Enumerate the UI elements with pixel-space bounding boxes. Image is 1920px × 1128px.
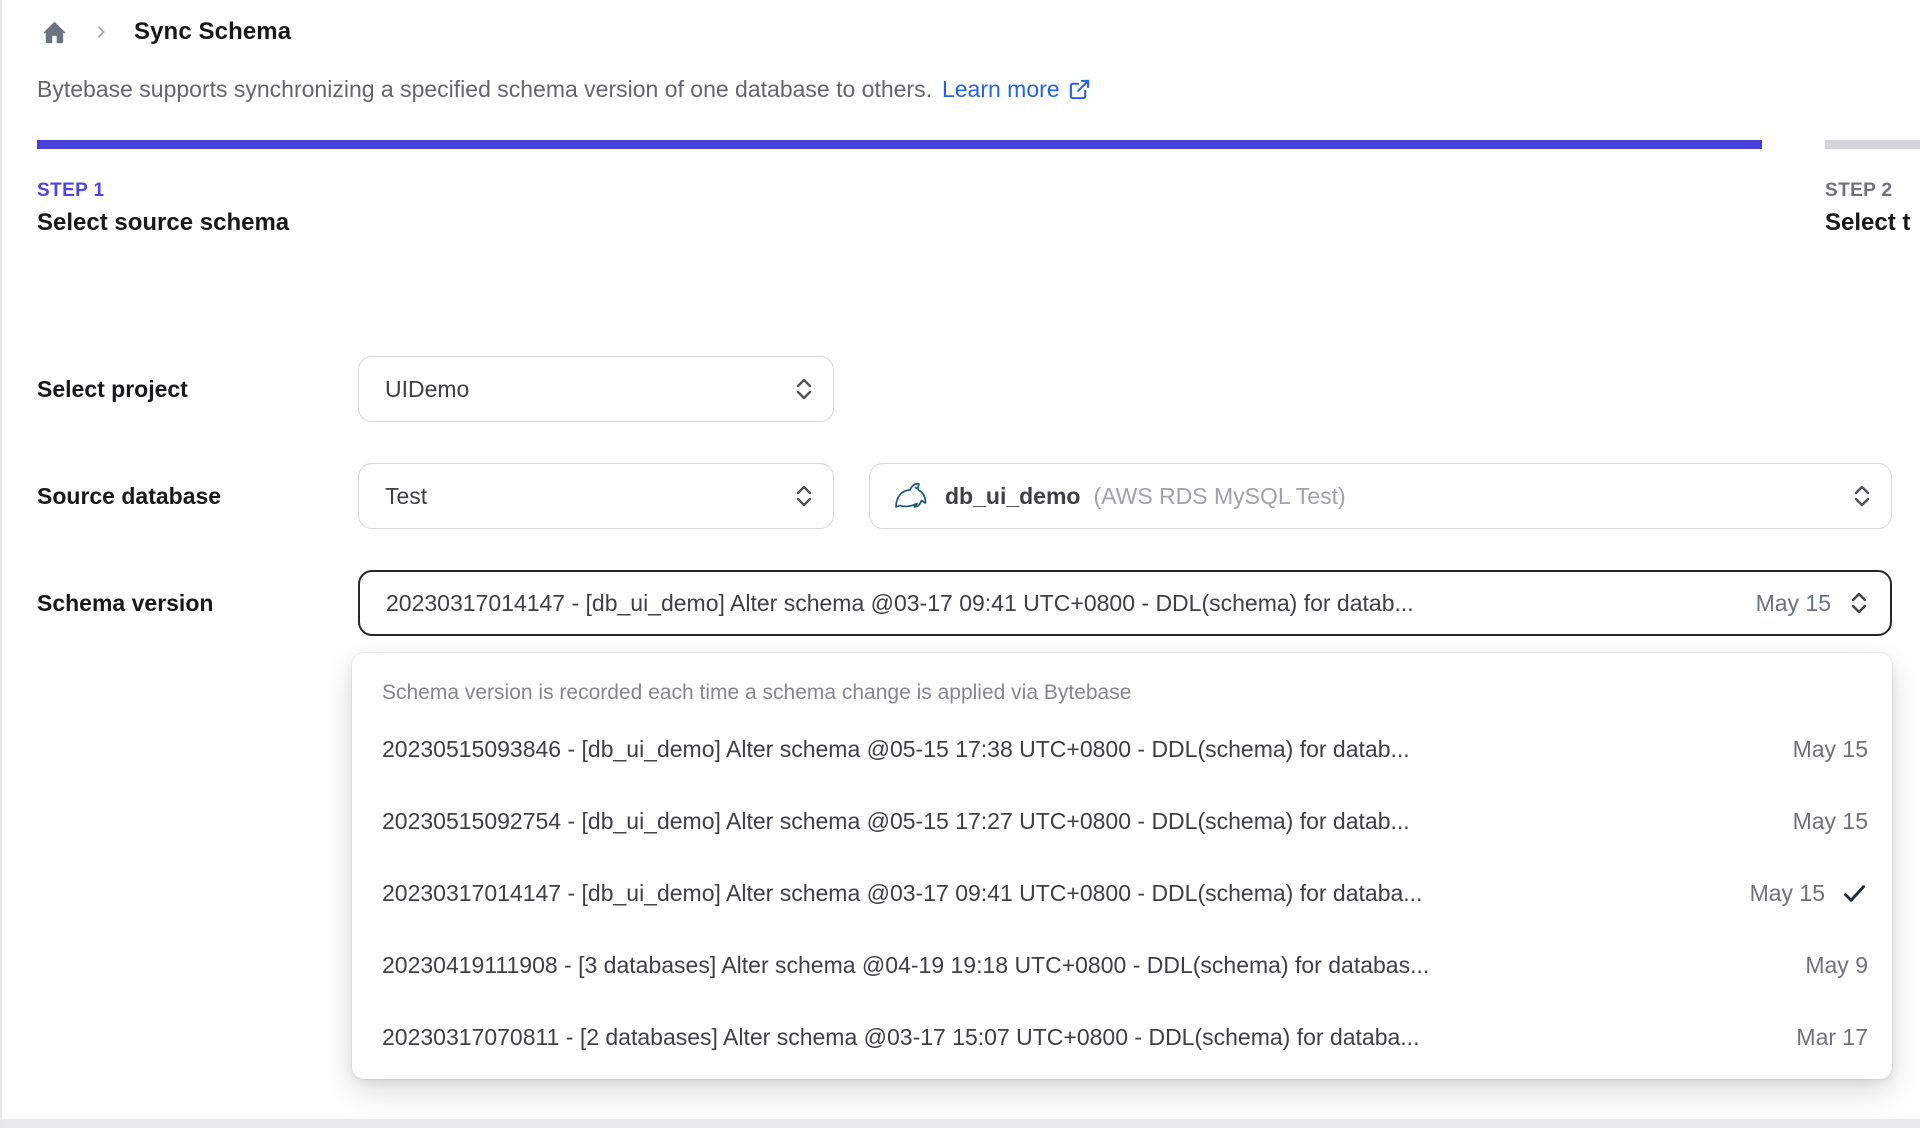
option-date: Mar 17 xyxy=(1796,1023,1868,1050)
option-date: May 15 xyxy=(1792,735,1868,762)
schema-version-option[interactable]: 20230515092754 - [db_ui_demo] Alter sche… xyxy=(352,785,1892,857)
schema-version-option[interactable]: 20230515093846 - [db_ui_demo] Alter sche… xyxy=(352,713,1892,785)
step-1-title: Select source schema xyxy=(37,209,290,236)
chevrons-up-down-icon xyxy=(794,376,815,402)
environment-select-value: Test xyxy=(385,482,428,509)
option-date: May 15 xyxy=(1749,879,1825,906)
schema-version-option[interactable]: 20230317070811 - [2 databases] Alter sch… xyxy=(352,1001,1892,1073)
description-text: Bytebase supports synchronizing a specif… xyxy=(37,76,932,102)
schema-version-date: May 15 xyxy=(1755,589,1831,616)
option-text: 20230317070811 - [2 databases] Alter sch… xyxy=(382,1023,1420,1050)
option-text: 20230317014147 - [db_ui_demo] Alter sche… xyxy=(382,879,1423,906)
breadcrumb: Sync Schema xyxy=(41,0,1920,46)
chevrons-up-down-icon xyxy=(794,483,815,509)
database-name: db_ui_demo xyxy=(945,482,1081,509)
step-1-progress-bar xyxy=(37,140,1762,149)
sync-schema-page: Sync Schema Bytebase supports synchroniz… xyxy=(0,0,1920,1128)
environment-select[interactable]: Test xyxy=(358,463,834,529)
learn-more-label: Learn more xyxy=(941,76,1060,102)
option-date: May 15 xyxy=(1792,807,1868,834)
mysql-dolphin-icon xyxy=(892,481,930,511)
source-database-label: Source database xyxy=(37,482,222,509)
option-text: 20230515093846 - [db_ui_demo] Alter sche… xyxy=(382,735,1410,762)
source-database-row: Source database Test db_ui_demo (AWS RDS… xyxy=(37,463,1920,529)
step-1-label: STEP 1 xyxy=(37,180,105,201)
project-select[interactable]: UIDemo xyxy=(358,356,834,422)
schema-version-option[interactable]: 20230419111908 - [3 databases] Alter sch… xyxy=(352,929,1892,1001)
step-2-progress-bar xyxy=(1825,140,1920,149)
step-1: STEP 1 Select source schema xyxy=(37,140,1762,239)
option-date: May 9 xyxy=(1805,951,1868,978)
page-description: Bytebase supports synchronizing a specif… xyxy=(37,76,1920,103)
step-progress: STEP 1 Select source schema STEP 2 Selec… xyxy=(37,140,1920,239)
step-2-label: STEP 2 xyxy=(1825,180,1893,201)
chevrons-up-down-icon xyxy=(1849,590,1870,616)
chevron-right-icon xyxy=(93,24,109,40)
learn-more-link[interactable]: Learn more xyxy=(942,76,1091,103)
option-text: 20230419111908 - [3 databases] Alter sch… xyxy=(382,951,1430,978)
chevrons-up-down-icon xyxy=(1852,483,1873,509)
bottom-edge-strip xyxy=(2,1119,1920,1128)
schema-version-select[interactable]: 20230317014147 - [db_ui_demo] Alter sche… xyxy=(358,570,1892,636)
home-icon[interactable] xyxy=(41,19,68,46)
schema-version-row: Schema version 20230317014147 - [db_ui_d… xyxy=(37,570,1920,636)
step-2-title: Select t xyxy=(1825,209,1911,236)
schema-version-value: 20230317014147 - [db_ui_demo] Alter sche… xyxy=(386,589,1414,616)
select-project-row: Select project UIDemo xyxy=(37,356,1920,422)
page-title: Sync Schema xyxy=(134,18,292,45)
database-detail: (AWS RDS MySQL Test) xyxy=(1093,482,1346,509)
select-project-label: Select project xyxy=(37,375,188,402)
schema-version-option[interactable]: 20230317014147 - [db_ui_demo] Alter sche… xyxy=(352,857,1892,929)
schema-version-dropdown: Schema version is recorded each time a s… xyxy=(352,653,1892,1079)
external-link-icon xyxy=(1069,79,1089,100)
step-2: STEP 2 Select t xyxy=(1825,140,1920,239)
check-icon xyxy=(1841,880,1868,907)
database-select[interactable]: db_ui_demo (AWS RDS MySQL Test) xyxy=(869,463,1892,529)
schema-version-label: Schema version xyxy=(37,589,214,616)
dropdown-hint-text: Schema version is recorded each time a s… xyxy=(382,681,1132,704)
project-select-value: UIDemo xyxy=(385,375,470,402)
option-text: 20230515092754 - [db_ui_demo] Alter sche… xyxy=(382,807,1410,834)
source-schema-form: Select project UIDemo Source database Te… xyxy=(37,356,1920,636)
